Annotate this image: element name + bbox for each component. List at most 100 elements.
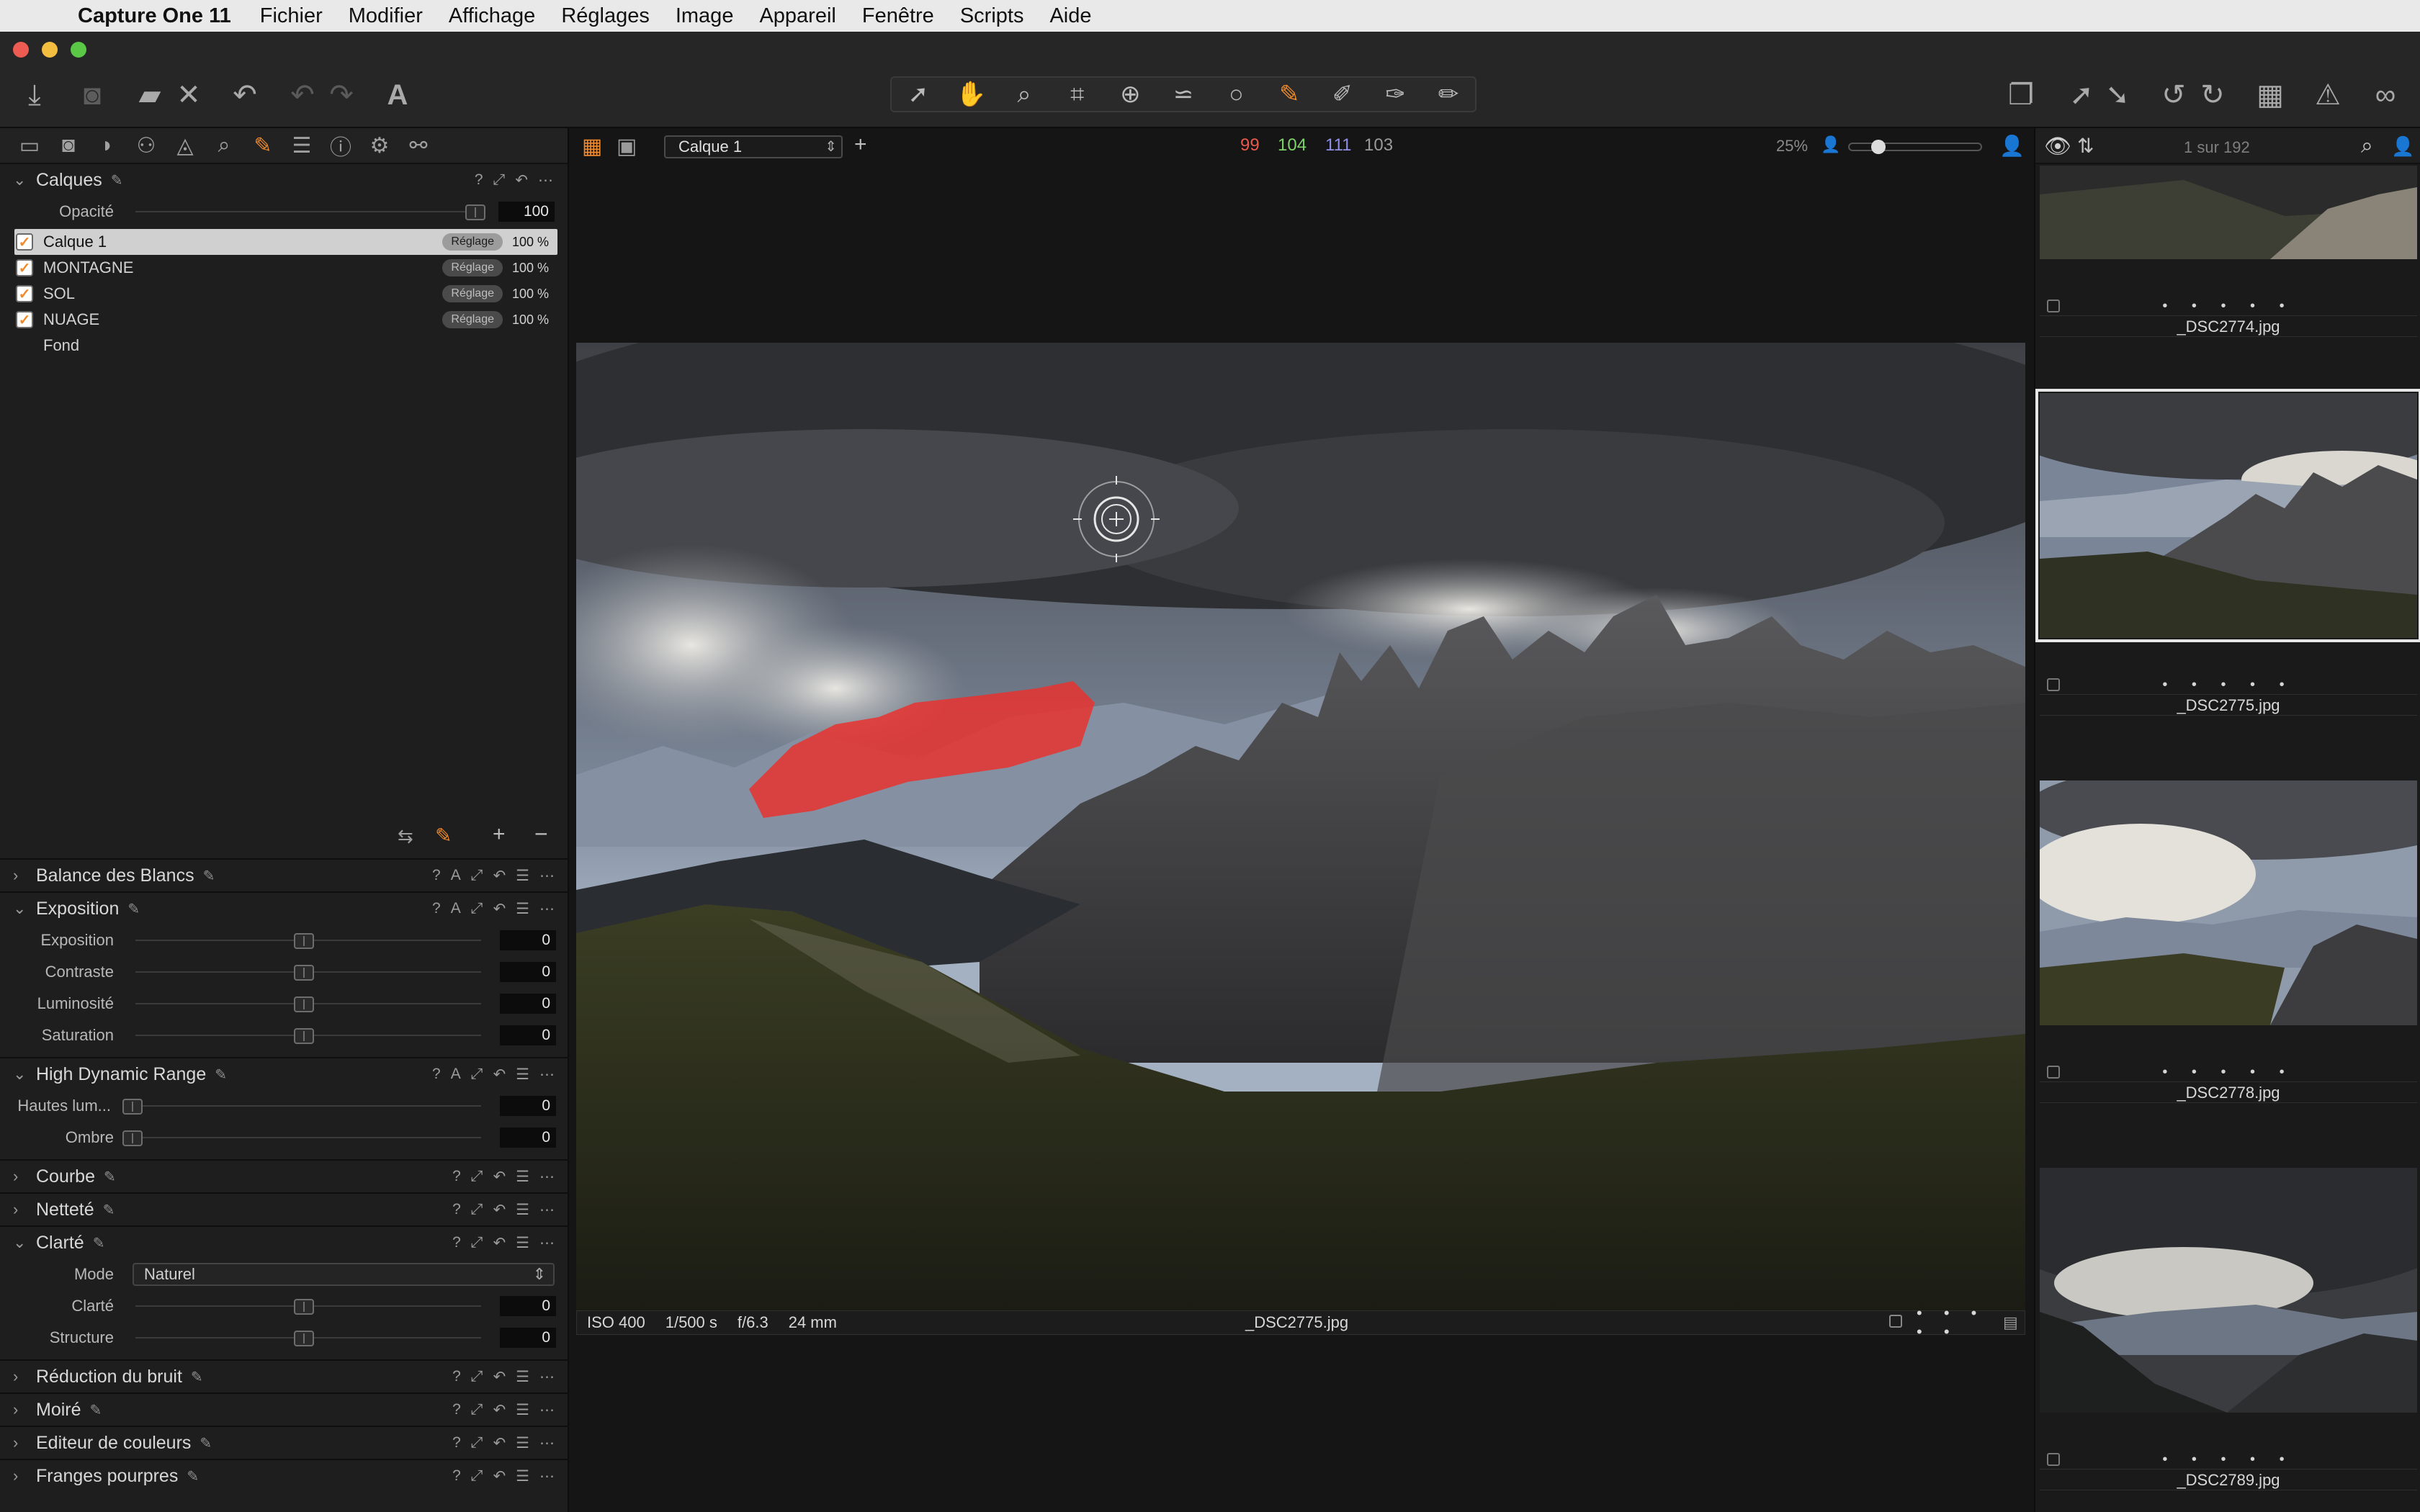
app-name-menu[interactable]: Capture One 11	[78, 4, 231, 28]
add-layer-icon[interactable]: +	[854, 132, 867, 157]
output-tab-icon[interactable]: ☰	[282, 130, 321, 161]
presets-icon[interactable]: ☰	[516, 900, 529, 918]
slider-handle[interactable]	[294, 1331, 314, 1346]
sort-icon[interactable]: ⇅	[2077, 134, 2094, 158]
presets-icon[interactable]: ☰	[516, 1368, 529, 1386]
help-icon[interactable]: ?	[452, 1434, 461, 1452]
zoom-slider[interactable]	[1848, 140, 1982, 154]
highlights-value[interactable]: 0	[500, 1096, 556, 1116]
menu-modifier[interactable]: Modifier	[349, 4, 423, 28]
reset-icon[interactable]: ↶	[493, 1434, 506, 1452]
exposure-header[interactable]: ⌄ Exposition ✎ ? A ⤢ ↶ ☰ ⋯	[0, 893, 569, 924]
reset-icon[interactable]: ↶	[493, 867, 506, 885]
auto-icon[interactable]: A	[451, 900, 461, 917]
brush-add-icon[interactable]: ✎	[435, 824, 452, 847]
slider-handle[interactable]	[294, 996, 314, 1012]
chevron-right-icon[interactable]: ›	[13, 1400, 36, 1419]
presets-icon[interactable]: ☰	[516, 1434, 529, 1452]
help-icon[interactable]: ?	[432, 1066, 441, 1083]
reset-icon[interactable]: ↶	[493, 1368, 506, 1386]
clarity-value[interactable]: 0	[500, 1296, 556, 1316]
crop-icon[interactable]: ⌗	[1052, 78, 1103, 110]
reset-icon[interactable]: ↶	[493, 1168, 506, 1186]
layer-row-sol[interactable]: ✓ SOL Réglage 100 %	[0, 281, 568, 307]
select-checkbox[interactable]	[2047, 1453, 2060, 1466]
chevron-right-icon[interactable]: ›	[13, 1434, 36, 1452]
layer-visibility-checkbox[interactable]: ✓	[16, 285, 33, 302]
capture-tab-icon[interactable]: ◙	[49, 130, 88, 161]
rating-dots[interactable]: • • • • •	[2040, 1452, 2417, 1469]
camera-icon[interactable]: ◙	[72, 75, 112, 115]
thumbnail-item-selected[interactable]: • • • • • _DSC2775.jpg	[2035, 389, 2420, 716]
more-icon[interactable]: ⋯	[539, 1234, 555, 1252]
copy-icon[interactable]: ⤢	[471, 1201, 483, 1218]
help-icon[interactable]: ?	[452, 1234, 461, 1251]
window-minimize-button[interactable]	[42, 42, 58, 58]
reset-icon[interactable]: ↶	[493, 1401, 506, 1419]
noise-reduction-header[interactable]: › Réduction du bruit ✎ ? ⤢ ↶ ☰ ⋯	[0, 1361, 569, 1392]
moire-header[interactable]: › Moiré ✎ ? ⤢ ↶ ☰ ⋯	[0, 1394, 569, 1426]
reset-icon[interactable]: ↶	[493, 1066, 506, 1084]
copy-icon[interactable]: ⤢	[471, 1368, 483, 1385]
slider-track[interactable]	[135, 1137, 481, 1138]
help-icon[interactable]: ?	[452, 1401, 461, 1418]
more-icon[interactable]: ⋯	[539, 1201, 555, 1219]
color-editor-header[interactable]: › Editeur de couleurs ✎ ? ⤢ ↶ ☰ ⋯	[0, 1427, 569, 1459]
slider-handle[interactable]	[122, 1099, 143, 1115]
sharpness-header[interactable]: › Netteté ✎ ? ⤢ ↶ ☰ ⋯	[0, 1194, 569, 1225]
slider-handle[interactable]	[294, 1028, 314, 1044]
undo-icon[interactable]: ↶	[282, 75, 323, 115]
reset-icon[interactable]: ↶	[493, 900, 506, 918]
eye-icon[interactable]: 👁	[2044, 134, 2071, 159]
help-icon[interactable]: ?	[452, 1168, 461, 1185]
more-icon[interactable]: ⋯	[539, 900, 555, 918]
auto-icon[interactable]: A	[451, 1066, 461, 1083]
presets-icon[interactable]: ☰	[516, 1467, 529, 1485]
reset-icon[interactable]: ↶	[493, 1234, 506, 1252]
text-tool-icon[interactable]: A	[377, 75, 418, 115]
presets-icon[interactable]: ☰	[516, 1168, 529, 1186]
metadata-tab-icon[interactable]: ⓘ	[321, 130, 360, 161]
layer-row-nuage[interactable]: ✓ NUAGE Réglage 100 %	[0, 307, 568, 333]
more-icon[interactable]: ⋯	[539, 1368, 555, 1386]
eraser-icon[interactable]: ✑	[1370, 78, 1420, 110]
settings-tab-icon[interactable]: ⚙	[360, 130, 399, 161]
chevron-down-icon[interactable]: ⌄	[13, 1065, 36, 1084]
auto-icon[interactable]: A	[451, 867, 461, 884]
brush-mask-icon[interactable]: ✎	[1264, 78, 1314, 110]
delete-icon[interactable]: ✕	[169, 75, 209, 115]
main-photo[interactable]	[576, 343, 2025, 1310]
help-icon[interactable]: ?	[452, 1368, 461, 1385]
slider-handle[interactable]	[294, 1299, 314, 1315]
menu-reglages[interactable]: Réglages	[561, 4, 650, 28]
chevron-right-icon[interactable]: ›	[13, 1467, 36, 1485]
single-view-icon[interactable]: ▣	[617, 134, 637, 159]
spot-removal-icon[interactable]: ○	[1211, 78, 1262, 110]
import-icon[interactable]: ⤓	[14, 75, 55, 115]
copy-icon[interactable]: ⤢	[471, 867, 483, 884]
rotate-right-icon[interactable]: ↻	[2192, 75, 2233, 115]
window-zoom-button[interactable]	[71, 42, 86, 58]
chevron-down-icon[interactable]: ⌄	[13, 1233, 36, 1252]
menu-appareil[interactable]: Appareil	[759, 4, 835, 28]
rating-dots[interactable]: • • • • •	[2040, 298, 2417, 315]
reset-icon[interactable]: ↶	[493, 1467, 506, 1485]
clarity-header[interactable]: ⌄ Clarté ✎ ? ⤢ ↶ ☰ ⋯	[0, 1227, 569, 1259]
slider-handle[interactable]	[122, 1130, 143, 1146]
slider-handle[interactable]	[294, 965, 314, 981]
rating-dots[interactable]: • • • • •	[2040, 677, 2417, 694]
help-icon[interactable]: ?	[475, 171, 483, 189]
presets-icon[interactable]: ☰	[516, 1401, 529, 1419]
more-icon[interactable]: ⋯	[539, 1434, 555, 1452]
copy-icon[interactable]: ⤢	[471, 1066, 483, 1083]
thumbnail-item[interactable]: • • • • • _DSC2778.jpg	[2040, 780, 2417, 1103]
layers-header[interactable]: ⌄ Calques ✎ ? ⤢ ↶ ⋯	[0, 164, 568, 196]
presets-icon[interactable]: ☰	[516, 867, 529, 885]
slider-track[interactable]	[135, 1105, 481, 1107]
chevron-right-icon[interactable]: ›	[13, 1167, 36, 1186]
person-icon[interactable]: 👤	[2391, 135, 2414, 158]
purple-fringe-header[interactable]: › Franges pourpres ✎ ? ⤢ ↶ ☰ ⋯	[0, 1460, 569, 1492]
chevron-right-icon[interactable]: ›	[13, 1200, 36, 1219]
stack-icon[interactable]: ❐	[2001, 75, 2041, 115]
proof-glasses-icon[interactable]: ∞	[2365, 75, 2406, 115]
